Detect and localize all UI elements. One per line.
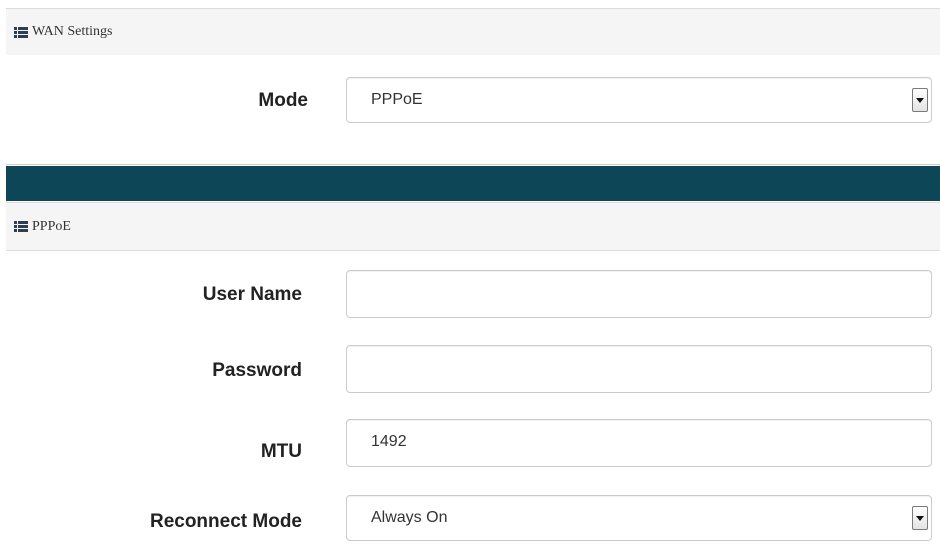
mode-select[interactable]: PPPoE (346, 77, 932, 123)
mtu-input[interactable]: 1492 (346, 419, 932, 467)
reconnect-mode-value: Always On (371, 509, 448, 526)
pppoe-header: PPPoE (6, 202, 940, 251)
mtu-value: 1492 (371, 433, 407, 450)
password-label: Password (212, 360, 302, 381)
reconnect-mode-select[interactable]: Always On (346, 495, 932, 541)
username-input[interactable] (346, 270, 932, 318)
wan-settings-body: Mode PPPoE (6, 55, 940, 165)
username-label: User Name (202, 284, 302, 305)
section-divider-band (6, 166, 940, 201)
mode-select-value: PPPoE (371, 91, 423, 108)
mode-label: Mode (258, 90, 308, 111)
pppoe-title: PPPoE (32, 218, 71, 234)
wan-settings-header: WAN Settings (6, 8, 940, 56)
wan-settings-title: WAN Settings (32, 24, 113, 39)
reconnect-mode-label: Reconnect Mode (149, 511, 302, 532)
chevron-down-icon[interactable] (912, 506, 928, 530)
list-icon (14, 26, 28, 38)
password-input[interactable] (346, 345, 932, 393)
chevron-down-icon[interactable] (912, 88, 928, 112)
list-icon (14, 221, 28, 232)
mtu-label: MTU (260, 441, 302, 462)
